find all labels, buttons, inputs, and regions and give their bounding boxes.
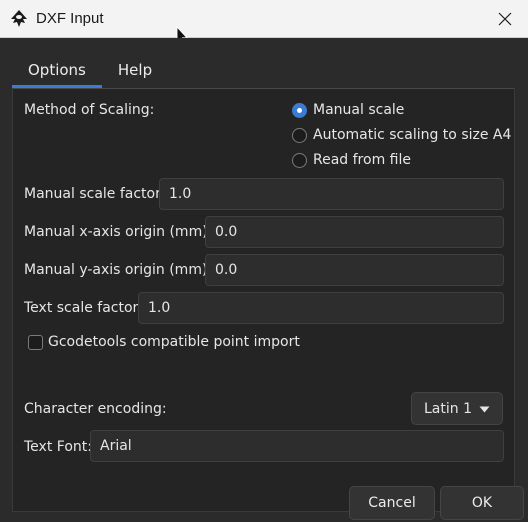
tab-bar: Options Help [12, 52, 168, 90]
text-scale-factor-input[interactable]: 1.0 [138, 292, 504, 324]
text-scale-factor-label: Text scale factor: [24, 300, 143, 316]
manual-scale-factor-input[interactable]: 1.0 [159, 178, 504, 210]
tab-help[interactable]: Help [102, 52, 168, 88]
ok-button[interactable]: OK [440, 486, 524, 520]
close-button[interactable] [482, 0, 528, 38]
dropdown-value: Latin 1 [424, 400, 472, 417]
method-of-scaling-label: Method of Scaling: [24, 102, 155, 118]
radio-button[interactable] [292, 102, 307, 118]
close-icon [498, 12, 512, 26]
radio-label: Automatic scaling to size A4 [313, 127, 512, 143]
options-panel: Method of Scaling: Manual scale Automati… [12, 88, 515, 512]
gcodetools-checkbox[interactable] [28, 335, 43, 350]
tab-options[interactable]: Options [12, 52, 102, 88]
radio-read-from-file[interactable]: Read from file [292, 152, 411, 168]
radio-label: Manual scale [313, 102, 405, 118]
radio-button[interactable] [292, 152, 307, 168]
character-encoding-dropdown[interactable]: Latin 1 [411, 392, 503, 425]
manual-scale-factor-label: Manual scale factor: [24, 186, 166, 202]
character-encoding-label: Character encoding: [24, 401, 167, 417]
inkscape-logo-icon [11, 10, 27, 27]
radio-manual-scale[interactable]: Manual scale [292, 102, 404, 118]
title-bar: DXF Input [0, 0, 528, 38]
cancel-button[interactable]: Cancel [349, 486, 435, 520]
y-axis-origin-input[interactable]: 0.0 [205, 254, 504, 286]
chevron-down-icon [479, 406, 490, 413]
dialog-content: Options Help Method of Scaling: Manual s… [0, 38, 528, 522]
y-axis-origin-label: Manual y-axis origin (mm): [24, 262, 213, 278]
x-axis-origin-input[interactable]: 0.0 [205, 216, 504, 248]
gcodetools-label: Gcodetools compatible point import [48, 334, 300, 350]
window-title: DXF Input [36, 10, 104, 27]
x-axis-origin-label: Manual x-axis origin (mm): [24, 224, 213, 240]
radio-automatic-scaling[interactable]: Automatic scaling to size A4 [292, 127, 511, 143]
text-font-input[interactable]: Arial [90, 430, 504, 462]
text-font-label: Text Font: [24, 439, 92, 455]
radio-button[interactable] [292, 127, 307, 143]
radio-label: Read from file [313, 152, 411, 168]
